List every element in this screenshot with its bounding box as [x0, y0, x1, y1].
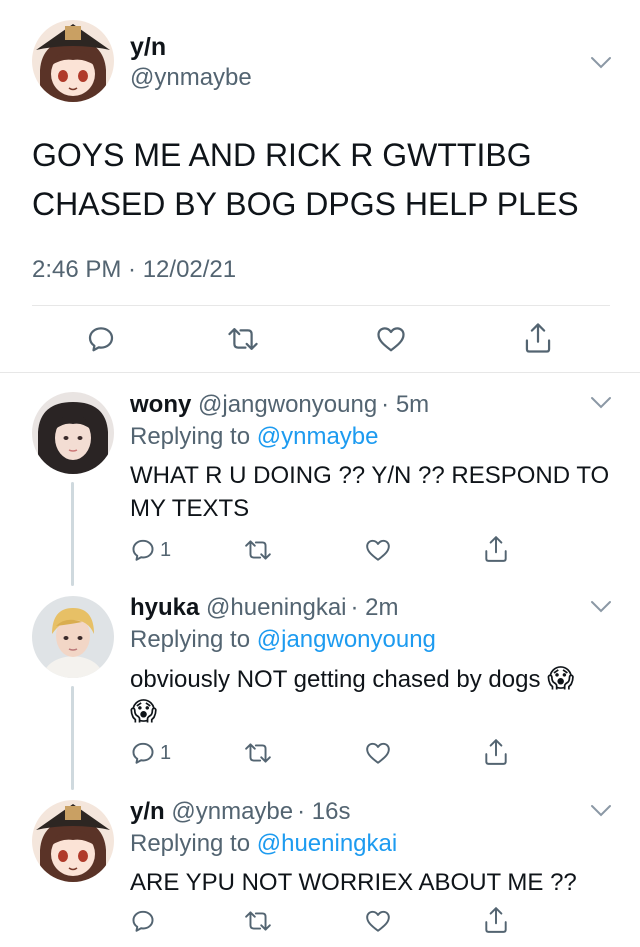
share-icon [525, 323, 551, 353]
retweet-icon [245, 540, 271, 560]
heart-icon [366, 742, 390, 764]
divider [0, 372, 640, 373]
display-name[interactable]: y/n [130, 33, 166, 62]
heart-icon [366, 910, 390, 932]
reply-button[interactable] [86, 324, 116, 354]
reply-icon [88, 327, 114, 352]
reply-header: hyuka @hueningkai · 2m [130, 591, 399, 624]
chevron-down-icon[interactable] [590, 56, 612, 70]
anime-hat-avatar-icon [32, 800, 114, 882]
reply-text-line-1: obviously NOT getting chased by dogs 😱 [130, 662, 574, 696]
retweet-button[interactable] [244, 537, 272, 563]
retweet-icon [245, 911, 271, 931]
replying-to: Replying to @hueningkai [130, 827, 397, 860]
reply-text-line-1: WHAT R U DOING ?? Y/N ?? RESPOND TO [130, 462, 610, 489]
replying-label: Replying to [130, 423, 251, 450]
replying-label: Replying to [130, 626, 251, 653]
display-name[interactable]: y/n [130, 798, 165, 825]
reply-icon [132, 910, 154, 932]
share-button[interactable] [483, 535, 509, 563]
reply-text-line-1: ARE YPU NOT WORRIEX ABOUT ME ?? [130, 869, 577, 896]
user-photo-icon [32, 596, 114, 678]
retweet-button[interactable] [244, 908, 272, 934]
handle[interactable]: @jangwonyoung [198, 391, 377, 418]
heart-icon [366, 539, 390, 561]
display-name[interactable]: hyuka [130, 594, 199, 621]
avatar[interactable] [32, 392, 114, 474]
avatar[interactable] [32, 800, 114, 882]
handle[interactable]: @ynmaybe [171, 798, 293, 825]
reply-button[interactable]: 1 [130, 740, 171, 766]
reply-button[interactable]: 1 [130, 537, 171, 563]
share-button[interactable] [483, 738, 509, 766]
replying-to: Replying to @jangwonyoung [130, 623, 436, 656]
share-button[interactable] [483, 906, 509, 934]
thread-line [71, 482, 74, 586]
reply-text: obviously NOT getting chased by dogs [130, 666, 541, 693]
tweet-text-line-1: GOYS ME AND RICK R GWTTIBG [32, 137, 532, 173]
avatar[interactable] [32, 20, 114, 102]
retweet-icon [245, 743, 271, 763]
retweet-icon [228, 328, 258, 350]
share-icon [485, 739, 507, 765]
share-icon [485, 907, 507, 933]
retweet-button[interactable] [244, 740, 272, 766]
replying-to: Replying to @ynmaybe [130, 420, 379, 453]
reply-button[interactable] [130, 908, 156, 934]
scream-emoji-icon: 😱 [547, 663, 575, 693]
chevron-down-icon[interactable] [590, 600, 612, 614]
chevron-down-icon[interactable] [590, 804, 612, 818]
time-ago[interactable]: · 2m [351, 594, 399, 621]
tweet-text-line-2: CHASED BY BOG DPGS HELP PLES [32, 186, 579, 222]
reply-header: y/n @ynmaybe · 16s [130, 795, 350, 828]
user-photo-icon [32, 392, 114, 474]
retweet-button[interactable] [227, 324, 259, 354]
share-button[interactable] [523, 322, 553, 354]
like-button[interactable] [365, 538, 391, 562]
reply-count: 1 [160, 741, 172, 764]
like-button[interactable] [376, 325, 406, 353]
reply-count: 1 [160, 538, 172, 561]
timestamp[interactable]: 2:46 PM · 12/02/21 [32, 256, 236, 284]
replying-to-link[interactable]: @hueningkai [257, 830, 397, 857]
time-ago[interactable]: · 16s [297, 798, 350, 825]
thread-line [71, 686, 74, 790]
handle[interactable]: @hueningkai [206, 594, 346, 621]
reply-icon [132, 539, 154, 561]
replying-to-link[interactable]: @ynmaybe [257, 423, 379, 450]
scream-emoji-icon: 😱 [130, 696, 158, 726]
chevron-down-icon[interactable] [590, 396, 612, 410]
reply-header: wony @jangwonyoung · 5m [130, 388, 429, 421]
share-icon [485, 536, 507, 562]
like-button[interactable] [365, 909, 391, 933]
replying-to-link[interactable]: @jangwonyoung [257, 626, 436, 653]
reply-text-line-2: MY TEXTS [130, 495, 250, 522]
avatar[interactable] [32, 596, 114, 678]
anime-hat-avatar-icon [32, 20, 114, 102]
display-name[interactable]: wony [130, 391, 191, 418]
reply-icon [132, 742, 154, 764]
heart-icon [377, 327, 405, 352]
divider [32, 305, 610, 306]
like-button[interactable] [365, 741, 391, 765]
replying-label: Replying to [130, 830, 251, 857]
time-ago[interactable]: · 5m [381, 391, 429, 418]
handle[interactable]: @ynmaybe [130, 64, 252, 92]
